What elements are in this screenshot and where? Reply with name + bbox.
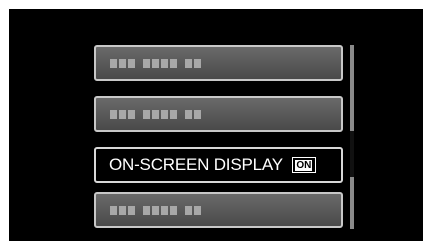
on-badge-text: ON — [295, 159, 313, 171]
placeholder-text — [110, 109, 209, 119]
menu-item-2[interactable] — [94, 96, 343, 132]
menu-item-on-screen-display[interactable]: ON-SCREEN DISPLAY ON — [94, 147, 343, 183]
scrollbar-thumb[interactable] — [350, 131, 354, 177]
screen: ON-SCREEN DISPLAY ON — [0, 0, 432, 251]
scrollbar[interactable] — [350, 45, 354, 229]
menu-item-1[interactable] — [94, 45, 343, 81]
menu-item-label: ON-SCREEN DISPLAY — [109, 155, 283, 174]
placeholder-text — [110, 205, 209, 215]
placeholder-text — [110, 58, 209, 68]
on-badge: ON — [291, 157, 316, 173]
menu-item-4[interactable] — [94, 192, 343, 228]
